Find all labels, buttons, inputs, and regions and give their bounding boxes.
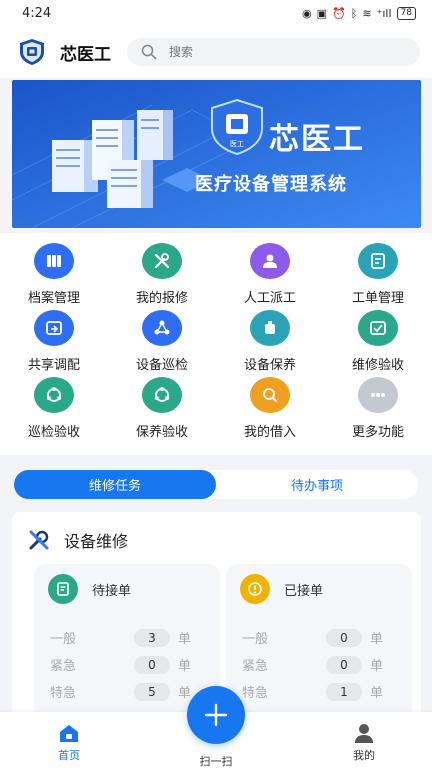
user-icon [355, 724, 373, 743]
count-badge: 0 [326, 628, 362, 647]
accepted-orders[interactable]: 已接单 一般 0 单 紧急 0 单 特急 1 单 [226, 564, 412, 724]
menu-item-label: 我的报修 [135, 291, 188, 306]
menu-item[interactable]: 人工派工 [216, 243, 324, 306]
priority-label: 一般 [50, 632, 77, 647]
menu-item-label: 设备巡检 [135, 358, 188, 373]
menu-item[interactable]: 共享调配 [0, 310, 108, 373]
count-badge: 0 [326, 655, 362, 674]
status-icons: ◉ ▣ ⏰ ᛒ ≋ ⁺ıll 78 [302, 6, 416, 20]
menu-item-label: 档案管理 [27, 291, 80, 306]
count-badge: 1 [326, 682, 362, 701]
promo-banner[interactable]: 医工 芯医工 医疗设备管理系统 [12, 80, 421, 228]
signal-icon: ⁺ıll [376, 6, 392, 20]
share-icon [34, 310, 74, 346]
menu-item[interactable]: 更多功能 [324, 377, 432, 440]
home-icon [60, 725, 78, 742]
menu-item[interactable]: 我的报修 [108, 243, 216, 306]
menu-item[interactable]: 维修验收 [324, 310, 432, 373]
app-name: 芯医工 [60, 44, 111, 65]
menu-item-label: 巡检验收 [27, 425, 80, 440]
tools-icon [142, 243, 182, 279]
status-bar: 4:24 ◉ ▣ ⏰ ᛒ ≋ ⁺ıll 78 [0, 0, 432, 26]
priority-label: 一般 [242, 632, 269, 647]
unit-label: 单 [370, 686, 384, 701]
banner-subtitle: 医疗设备管理系统 [195, 174, 347, 195]
menu-item[interactable]: 我的借入 [216, 377, 324, 440]
archive-icon [34, 243, 74, 279]
nav-home-label: 首页 [58, 749, 80, 762]
plus-icon [204, 703, 228, 727]
priority-label: 特急 [50, 686, 77, 701]
nav-mine-label: 我的 [353, 749, 375, 762]
task-tabs: 维修任务 待办事项 [14, 470, 418, 499]
pending-title: 待接单 [92, 583, 132, 599]
search-icon [141, 44, 157, 60]
priority-label: 特急 [242, 686, 269, 701]
more-icon [358, 377, 398, 413]
banner-title: 芯医工 [269, 122, 365, 157]
search-bar[interactable] [127, 38, 420, 66]
search-input[interactable] [169, 45, 406, 59]
banner-badge-text: 医工 [230, 140, 244, 148]
alarm-icon: ⏰ [332, 6, 346, 20]
wrench-icon [29, 530, 49, 550]
nav-scan[interactable]: 扫一扫 [191, 750, 241, 768]
priority-label: 紧急 [242, 659, 269, 674]
count-badge: 5 [134, 682, 170, 701]
menu-item-label: 人工派工 [243, 291, 296, 306]
cycle-icon [34, 377, 74, 413]
check-icon [358, 310, 398, 346]
menu-item-label: 共享调配 [27, 358, 80, 373]
worker-icon [250, 243, 290, 279]
clipboard-icon [358, 243, 398, 279]
status-time: 4:24 [22, 5, 52, 21]
menu-item-label: 设备保养 [243, 358, 296, 373]
battery-icon: 78 [396, 6, 416, 20]
nav-home[interactable]: 首页 [50, 722, 88, 763]
menu-item-label: 工单管理 [351, 291, 404, 306]
menu-item[interactable]: 档案管理 [0, 243, 108, 306]
card-title: 设备维修 [64, 532, 129, 551]
borrow-icon [250, 377, 290, 413]
unit-label: 单 [178, 659, 192, 674]
menu-item-label: 我的借入 [243, 425, 296, 440]
menu-item-label: 维修验收 [351, 358, 404, 373]
bluetooth-icon: ᛒ [350, 6, 358, 20]
inspect-icon [142, 310, 182, 346]
menu-item[interactable]: 设备保养 [216, 310, 324, 373]
app-logo [20, 39, 44, 65]
top-bar: 芯医工 [0, 26, 432, 78]
eye-icon: ◉ [302, 6, 312, 20]
tab-repair-tasks[interactable]: 维修任务 [14, 470, 216, 499]
tab-todo[interactable]: 待办事项 [216, 470, 418, 499]
count-badge: 3 [134, 628, 170, 647]
scan-button[interactable] [187, 686, 245, 744]
maintain-icon [250, 310, 290, 346]
wifi-icon: ≋ [362, 6, 372, 20]
nav-mine[interactable]: 我的 [344, 722, 384, 763]
menu-item-label: 更多功能 [351, 425, 404, 440]
document-icon [48, 574, 78, 604]
unit-label: 单 [178, 686, 192, 701]
menu-item[interactable]: 工单管理 [324, 243, 432, 306]
unit-label: 单 [370, 632, 384, 647]
priority-label: 紧急 [50, 659, 77, 674]
menu-item-label: 保养验收 [135, 425, 188, 440]
nfc-icon: ▣ [316, 6, 328, 20]
function-grid: 档案管理 我的报修 人工派工 工单管理共享调配 设备巡检 设备保养 维修验收巡检验收 保养验收… [0, 233, 432, 455]
count-badge: 0 [134, 655, 170, 674]
unit-label: 单 [178, 632, 192, 647]
alert-icon [240, 574, 270, 604]
menu-item[interactable]: 保养验收 [108, 377, 216, 440]
accepted-title: 已接单 [284, 583, 324, 599]
menu-item[interactable]: 巡检验收 [0, 377, 108, 440]
cycle-icon [142, 377, 182, 413]
unit-label: 单 [370, 659, 384, 674]
menu-item[interactable]: 设备巡检 [108, 310, 216, 373]
nav-scan-label: 扫一扫 [199, 755, 233, 768]
